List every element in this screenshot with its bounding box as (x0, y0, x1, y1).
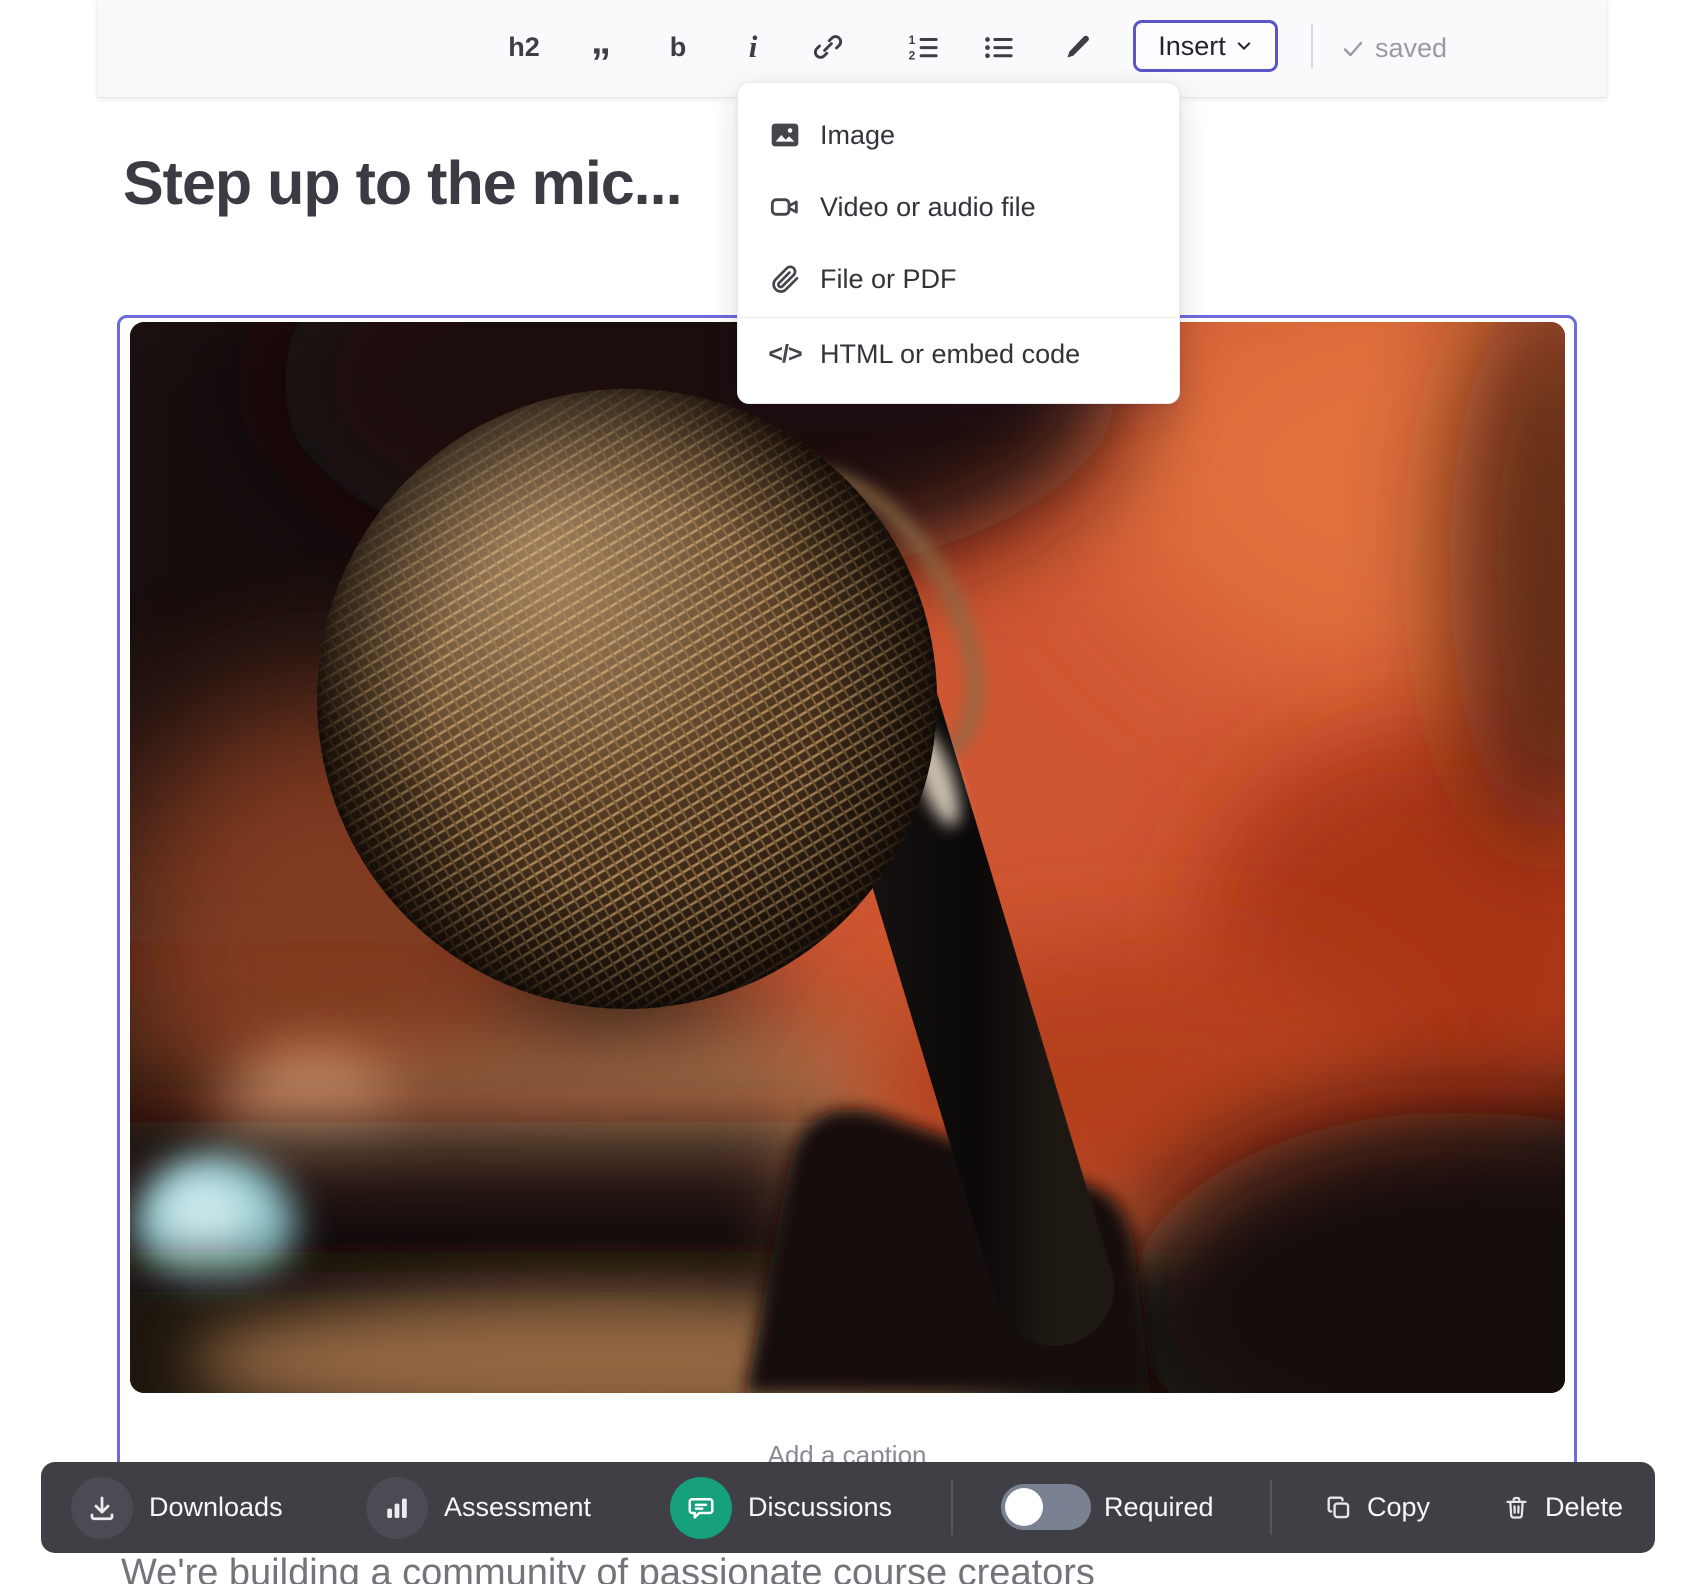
save-status: saved (1341, 0, 1447, 97)
discussions-button[interactable]: Discussions (670, 1462, 892, 1553)
bullet-list-icon (983, 32, 1013, 62)
block-toolbar: Downloads Assessment Discussions (41, 1462, 1655, 1553)
copy-icon (1325, 1494, 1352, 1521)
image-icon (766, 119, 804, 151)
toolbar-divider (1311, 24, 1313, 68)
assessment-label: Assessment (444, 1492, 591, 1523)
menu-item-file-pdf[interactable]: File or PDF (738, 243, 1179, 315)
lesson-editor: h2 ” b i 1 2 (0, 0, 1694, 1584)
lesson-body-text[interactable]: We're building a community of passionate… (121, 1552, 1095, 1584)
ordered-list-icon: 1 2 (908, 32, 938, 62)
chevron-down-icon (1235, 37, 1253, 55)
insert-button[interactable]: Insert (1133, 20, 1278, 72)
heading2-button[interactable]: h2 (499, 22, 549, 72)
chat-icon (670, 1477, 732, 1539)
menu-divider (738, 317, 1179, 318)
menu-item-label: HTML or embed code (820, 339, 1080, 370)
trash-icon (1503, 1494, 1530, 1521)
italic-button[interactable]: i (728, 22, 778, 72)
blockquote-button[interactable]: ” (576, 22, 626, 88)
menu-item-image[interactable]: Image (738, 99, 1179, 171)
insert-menu: Image Video or audio file File or PDF </… (737, 82, 1180, 404)
ordered-list-button[interactable]: 1 2 (898, 22, 948, 72)
svg-text:1: 1 (909, 33, 916, 47)
paperclip-icon (766, 263, 804, 295)
delete-button[interactable]: Delete (1503, 1462, 1623, 1553)
highlight-button[interactable] (1053, 22, 1103, 72)
downloads-button[interactable]: Downloads (71, 1462, 283, 1553)
toggle-knob (1005, 1488, 1043, 1526)
menu-item-label: File or PDF (820, 264, 957, 295)
bullet-list-button[interactable] (973, 22, 1023, 72)
discussions-label: Discussions (748, 1492, 892, 1523)
assessment-button[interactable]: Assessment (366, 1462, 591, 1553)
save-status-label: saved (1375, 33, 1447, 64)
svg-text:2: 2 (909, 49, 916, 63)
check-icon (1341, 37, 1365, 61)
pencil-icon (1064, 33, 1092, 61)
required-label: Required (1104, 1492, 1214, 1523)
menu-item-label: Image (820, 120, 895, 151)
downloads-label: Downloads (149, 1492, 283, 1523)
link-button[interactable] (803, 22, 853, 72)
video-icon (766, 191, 804, 223)
menu-item-video-audio[interactable]: Video or audio file (738, 171, 1179, 243)
menu-item-label: Video or audio file (820, 192, 1036, 223)
menu-item-html-embed[interactable]: </> HTML or embed code (738, 321, 1179, 387)
bar-chart-icon (366, 1477, 428, 1539)
copy-label: Copy (1367, 1492, 1430, 1523)
microphone-photo (130, 322, 1565, 1393)
download-icon (71, 1477, 133, 1539)
insert-button-label: Insert (1158, 31, 1226, 62)
code-icon: </> (766, 340, 804, 369)
delete-label: Delete (1545, 1492, 1623, 1523)
link-icon (813, 32, 843, 62)
required-toggle[interactable] (1001, 1484, 1091, 1530)
lesson-image[interactable] (130, 322, 1565, 1393)
bold-button[interactable]: b (653, 22, 703, 72)
toolbar-divider (951, 1480, 953, 1535)
toolbar-divider (1270, 1480, 1272, 1535)
copy-button[interactable]: Copy (1325, 1462, 1430, 1553)
page-title[interactable]: Step up to the mic... (123, 148, 682, 218)
required-label-item: Required (1104, 1462, 1214, 1553)
